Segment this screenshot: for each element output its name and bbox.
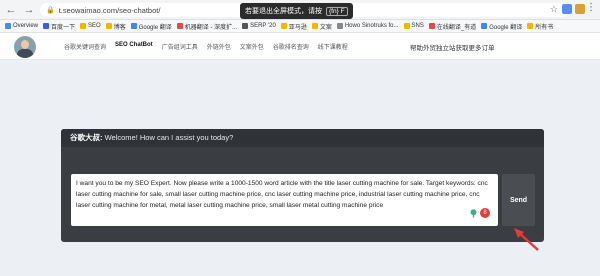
bookmark-item[interactable]: SERP '20 <box>242 23 276 29</box>
site-nav: 谷歌关键词查询 SEO ChatBot 广告组词工具 外链外包 文案外包 谷歌排名查询 线下… <box>64 42 348 51</box>
bookmark-item[interactable]: Overview <box>5 23 38 29</box>
site-header: 谷歌关键词查询 SEO ChatBot 广告组词工具 外链外包 文案外包 谷歌排名查询 线下… <box>0 33 600 60</box>
bookmark-label: Google 翻译 <box>138 24 172 31</box>
bookmark-item[interactable]: 机器翻译 - 深度扩... <box>176 22 238 31</box>
bookmark-item[interactable]: Google 翻译 <box>130 22 172 31</box>
bookmark-item[interactable]: 博客 <box>105 22 126 31</box>
bookmark-item[interactable]: 所有书 <box>527 22 553 31</box>
bookmark-favicon-icon <box>176 23 183 29</box>
bookmarks-bar: Overview 百度一下 SEO 博客 Google 翻译 机器翻译 - 深度扩... S… <box>0 20 600 33</box>
forward-icon[interactable]: → <box>22 3 36 17</box>
bookmark-favicon-icon <box>280 23 287 29</box>
nav-item[interactable]: 谷歌关键词查询 <box>64 42 106 51</box>
bookmark-label: 文案 <box>319 24 332 31</box>
bookmark-item[interactable]: 在线翻译_有道 <box>428 22 477 31</box>
extension-icon-2[interactable] <box>575 4 585 14</box>
grammar-icon[interactable] <box>470 209 477 218</box>
bookmark-item[interactable]: 文案 <box>311 22 332 31</box>
nav-item[interactable]: 广告组词工具 <box>162 42 198 51</box>
bookmark-item[interactable]: SNS <box>403 23 424 29</box>
bookmark-label: Overview <box>13 23 39 29</box>
bookmark-favicon-icon <box>130 23 137 29</box>
bookmark-favicon-icon <box>43 23 50 29</box>
nav-item[interactable]: 外链外包 <box>207 42 231 51</box>
fullscreen-toast: 若要退出全屏模式，请按 {fn} F <box>240 3 353 19</box>
bookmark-favicon-icon <box>242 23 249 29</box>
send-button[interactable]: Send <box>502 174 535 226</box>
bookmark-label: Google 翻译 <box>489 24 523 31</box>
bookmark-favicon-icon <box>527 23 534 29</box>
bookmark-favicon-icon <box>403 23 410 29</box>
bookmark-label: 亚马逊 <box>288 24 307 31</box>
arrow-annotation-icon <box>514 228 539 251</box>
bookmark-item[interactable]: 亚马逊 <box>280 22 307 31</box>
bookmark-favicon-icon <box>336 23 343 29</box>
nav-item[interactable]: 谷歌排名查询 <box>273 42 309 51</box>
browser-menu-icon[interactable]: ⋮ <box>586 2 596 13</box>
lock-icon: 🔒 <box>46 7 55 14</box>
bookmark-label: Howo Sinotruks fo... <box>344 23 399 29</box>
bot-name: 谷歌大叔: <box>70 133 103 142</box>
bookmark-favicon-icon <box>5 23 11 29</box>
promo-text: 帮助外贸独立站获取更多订单 <box>410 45 495 52</box>
bookmark-star-icon[interactable]: ☆ <box>550 4 558 15</box>
toast-key: {fn} F <box>326 6 348 16</box>
bookmark-label: 机器翻译 - 深度扩... <box>184 24 238 31</box>
nav-item[interactable]: 文案外包 <box>240 42 264 51</box>
bookmark-label: 在线翻译_有道 <box>436 24 477 31</box>
toast-text: 若要退出全屏模式，请按 <box>245 8 322 15</box>
bookmark-label: SERP '20 <box>250 23 276 29</box>
bookmark-label: SEO <box>88 23 101 29</box>
nav-item[interactable]: SEO ChatBot <box>115 42 153 51</box>
bookmark-label: SNS <box>411 23 424 29</box>
nav-item[interactable]: 线下课教程 <box>318 42 348 51</box>
extension-icon[interactable] <box>562 4 572 14</box>
bot-greeting: 谷歌大叔: Welcome! How can I assist you toda… <box>70 132 233 143</box>
url-text: t.seowaimao.com/seo-chatbot/ <box>58 5 161 15</box>
bookmark-label: 所有书 <box>535 24 554 31</box>
bookmark-item[interactable]: Howo Sinotruks fo... <box>336 23 399 29</box>
bookmark-item[interactable]: SEO <box>80 23 101 29</box>
bookmark-item[interactable]: Google 翻译 <box>481 22 522 31</box>
bot-message: Welcome! How can I assist you today? <box>104 133 234 142</box>
bookmark-favicon-icon <box>428 23 435 29</box>
bookmark-label: 博客 <box>113 24 126 31</box>
bookmark-label: 百度一下 <box>51 24 76 31</box>
bookmark-favicon-icon <box>80 23 87 29</box>
bookmark-item[interactable]: 百度一下 <box>43 22 75 31</box>
avatar[interactable] <box>14 36 36 58</box>
back-icon[interactable]: ← <box>4 3 18 17</box>
bookmark-favicon-icon <box>311 23 318 29</box>
bookmark-favicon-icon <box>105 23 112 29</box>
notification-badge[interactable]: 8 <box>480 208 490 218</box>
bookmark-favicon-icon <box>481 23 488 29</box>
chat-input[interactable]: I want you to be my SEO Expert. Now plea… <box>71 174 498 226</box>
